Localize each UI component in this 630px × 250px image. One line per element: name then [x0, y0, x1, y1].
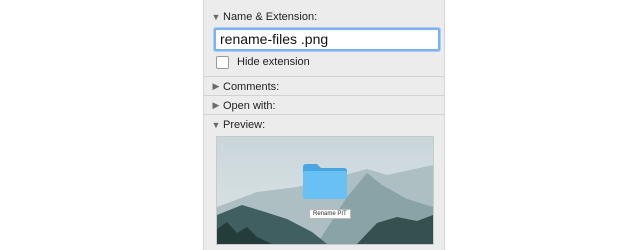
file-name-label: Rename PIT — [309, 209, 351, 219]
info-panel: ▼ Name & Extension: Hide extension ▶ Com… — [203, 0, 445, 250]
hide-extension-checkbox[interactable] — [216, 55, 229, 69]
section-title: Comments: — [223, 80, 280, 93]
section-title: Open with: — [223, 99, 276, 112]
preview-image: Rename PIT — [216, 136, 434, 245]
section-open-with[interactable]: ▶ Open with: — [204, 96, 444, 115]
disclosure-closed-icon[interactable]: ▶ — [209, 81, 223, 92]
folder-icon — [303, 164, 347, 199]
section-comments[interactable]: ▶ Comments: — [204, 77, 444, 96]
disclosure-open-icon[interactable]: ▼ — [209, 12, 223, 22]
section-name-extension[interactable]: ▼ Name & Extension: — [204, 7, 444, 26]
section-title: Name & Extension: — [223, 10, 318, 23]
hide-extension-label: Hide extension — [237, 56, 310, 68]
section-title: Preview: — [223, 118, 266, 131]
filename-input[interactable] — [214, 28, 440, 51]
section-preview[interactable]: ▼ Preview: — [204, 115, 444, 134]
hide-extension-row[interactable]: Hide extension — [216, 55, 310, 69]
disclosure-closed-icon[interactable]: ▶ — [209, 100, 223, 111]
disclosure-open-icon[interactable]: ▼ — [209, 120, 223, 130]
